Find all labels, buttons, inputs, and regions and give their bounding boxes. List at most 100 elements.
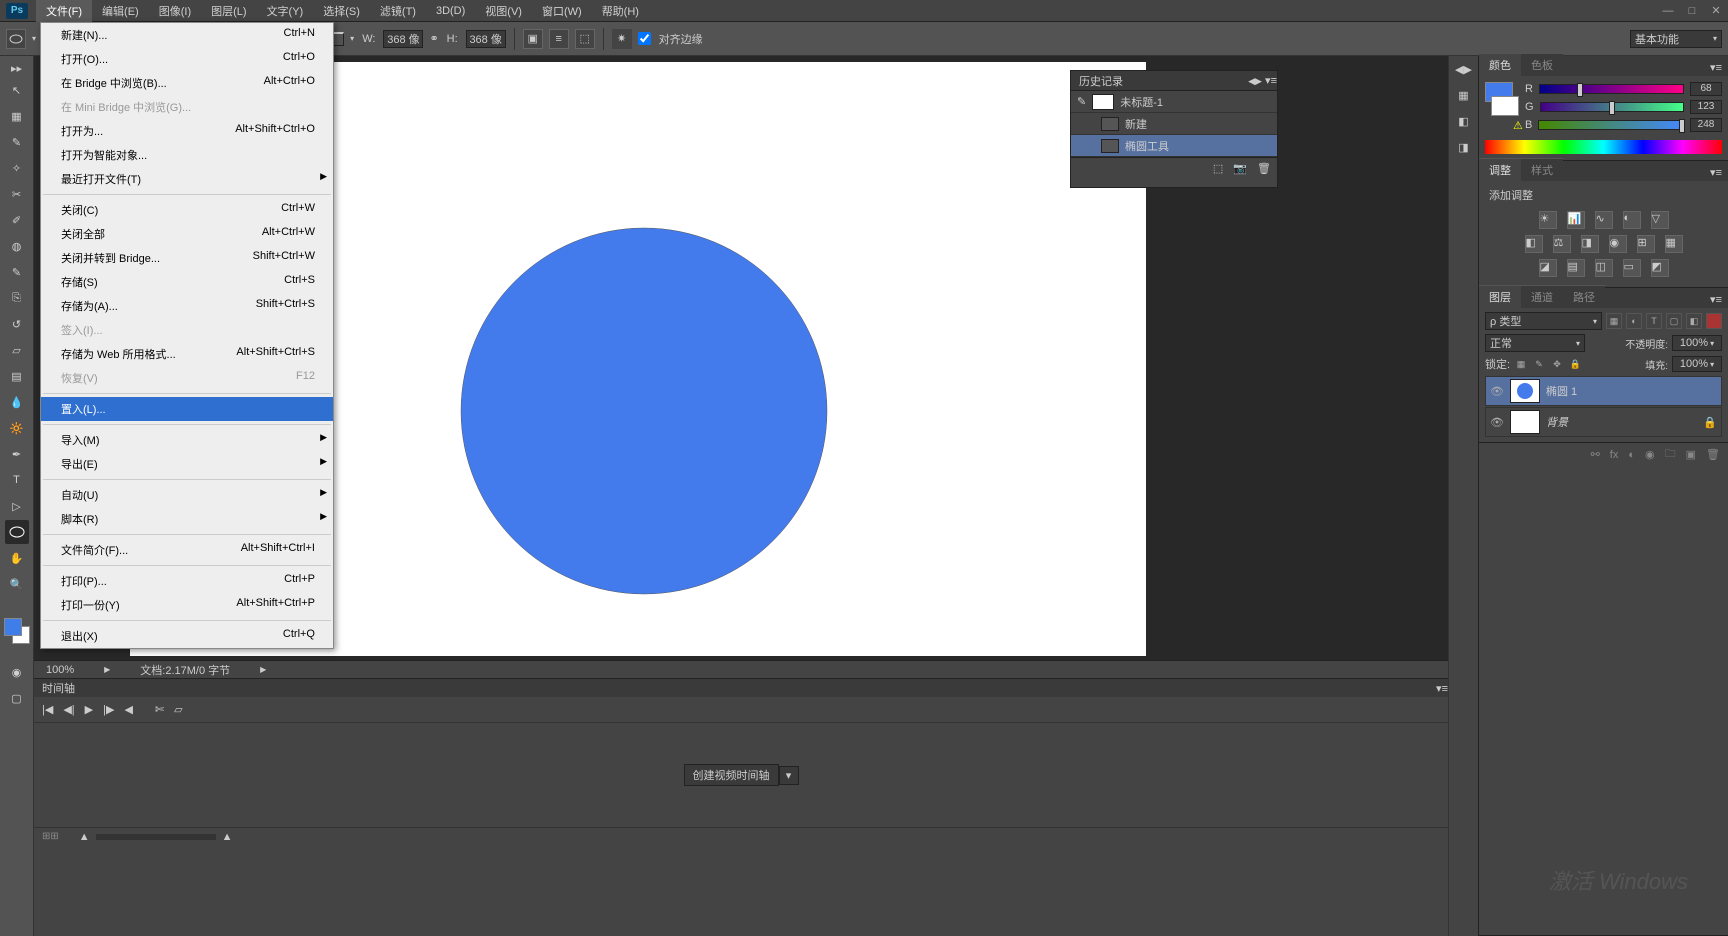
dock-icon[interactable]: ▦ bbox=[1454, 86, 1474, 104]
tab-styles[interactable]: 样式 bbox=[1521, 158, 1563, 181]
tab-layers[interactable]: 图层 bbox=[1479, 285, 1521, 308]
hsl-icon[interactable]: ◧ bbox=[1525, 235, 1543, 253]
triangle-icon[interactable]: ▶ bbox=[260, 665, 266, 674]
history-doc[interactable]: ✎ 未标题-1 bbox=[1071, 91, 1277, 113]
filter-adj-icon[interactable]: ◐ bbox=[1626, 313, 1642, 329]
align-edges-checkbox[interactable] bbox=[638, 32, 651, 45]
color-swatches[interactable] bbox=[4, 618, 30, 644]
new-layer-icon[interactable]: ▣ bbox=[1686, 448, 1696, 461]
layer-name[interactable]: 椭圆 1 bbox=[1546, 383, 1577, 399]
filter-toggle-icon[interactable] bbox=[1706, 313, 1722, 329]
tab-channels[interactable]: 通道 bbox=[1521, 285, 1563, 308]
brightness-icon[interactable]: ☀ bbox=[1539, 211, 1557, 229]
exposure-icon[interactable]: ◐ bbox=[1623, 211, 1641, 229]
lock-pixels-icon[interactable]: ✎ bbox=[1532, 357, 1546, 371]
zoom-slider[interactable] bbox=[96, 834, 216, 840]
menu-filter[interactable]: 滤镜(T) bbox=[370, 0, 426, 22]
zoom-in-icon[interactable]: ▲ bbox=[222, 831, 233, 843]
workspace-dropdown[interactable]: 基本功能▾ bbox=[1630, 30, 1722, 48]
next-frame-icon[interactable]: |▶ bbox=[103, 703, 114, 716]
stamp-tool[interactable]: ⎘ bbox=[5, 286, 29, 310]
filter-shape-icon[interactable]: ▢ bbox=[1666, 313, 1682, 329]
colorbal-icon[interactable]: ⚖ bbox=[1553, 235, 1571, 253]
new-doc-from-state-icon[interactable]: ⬚ bbox=[1213, 162, 1223, 175]
menu-edit[interactable]: 编辑(E) bbox=[92, 0, 149, 22]
expand-dock-icon[interactable]: ◀▶ bbox=[1454, 60, 1474, 78]
vibrance-icon[interactable]: ▽ bbox=[1651, 211, 1669, 229]
delete-state-icon[interactable]: 🗑 bbox=[1257, 162, 1271, 175]
zoom-out-icon[interactable]: ▲ bbox=[79, 831, 90, 843]
link-wh-icon[interactable]: ⚭ bbox=[429, 32, 438, 45]
history-item[interactable]: 椭圆工具 bbox=[1071, 135, 1277, 157]
eraser-tool[interactable]: ▱ bbox=[5, 338, 29, 362]
triangle-icon[interactable]: ▶ bbox=[104, 665, 110, 674]
b-slider[interactable] bbox=[1538, 120, 1684, 130]
dock-icon[interactable]: ◨ bbox=[1454, 138, 1474, 156]
bw-icon[interactable]: ◨ bbox=[1581, 235, 1599, 253]
brush-tool[interactable]: ✎ bbox=[5, 260, 29, 284]
link-layers-icon[interactable]: ⚯ bbox=[1591, 448, 1600, 461]
lasso-tool[interactable]: ✎ bbox=[5, 130, 29, 154]
menu-item[interactable]: 导出(E)▶ bbox=[41, 452, 333, 476]
tool-preset-icon[interactable] bbox=[6, 29, 26, 49]
lock-all-icon[interactable]: 🔒 bbox=[1568, 357, 1582, 371]
panel-menu-icon[interactable]: ▾≡ bbox=[1704, 59, 1728, 76]
menu-image[interactable]: 图像(I) bbox=[149, 0, 201, 22]
menu-item[interactable]: 打印一份(Y)Alt+Shift+Ctrl+P bbox=[41, 593, 333, 617]
collapse-icon[interactable]: ◀▶ bbox=[1248, 76, 1262, 86]
selective-color-icon[interactable]: ◩ bbox=[1651, 259, 1669, 277]
menu-item[interactable]: 导入(M)▶ bbox=[41, 428, 333, 452]
heal-tool[interactable]: ◍ bbox=[5, 234, 29, 258]
group-icon[interactable]: 🗀 bbox=[1665, 445, 1676, 464]
history-brush-tool[interactable]: ↺ bbox=[5, 312, 29, 336]
menu-item[interactable]: 最近打开文件(T)▶ bbox=[41, 167, 333, 191]
g-value[interactable]: 123 bbox=[1690, 100, 1722, 114]
levels-icon[interactable]: 📊 bbox=[1567, 211, 1585, 229]
align-icon[interactable]: ≡ bbox=[549, 29, 569, 49]
maximize-icon[interactable]: □ bbox=[1680, 2, 1704, 20]
marquee-tool[interactable]: ▦ bbox=[5, 104, 29, 128]
blur-tool[interactable]: 💧 bbox=[5, 390, 29, 414]
menu-item[interactable]: 置入(L)... bbox=[41, 397, 333, 421]
menu-item[interactable]: 在 Bridge 中浏览(B)...Alt+Ctrl+O bbox=[41, 71, 333, 95]
width-input[interactable]: 368 像 bbox=[383, 30, 423, 48]
hue-ramp[interactable] bbox=[1485, 140, 1722, 154]
mask-icon[interactable]: ◐ bbox=[1628, 449, 1635, 461]
menu-window[interactable]: 窗口(W) bbox=[532, 0, 592, 22]
gradient-tool[interactable]: ▤ bbox=[5, 364, 29, 388]
play-icon[interactable]: ▶ bbox=[85, 703, 93, 716]
go-start-icon[interactable]: |◀ bbox=[42, 703, 53, 716]
menu-item[interactable]: 打开(O)...Ctrl+O bbox=[41, 47, 333, 71]
menu-item[interactable]: 打印(P)...Ctrl+P bbox=[41, 569, 333, 593]
crop-tool[interactable]: ✂ bbox=[5, 182, 29, 206]
menu-type[interactable]: 文字(Y) bbox=[257, 0, 314, 22]
gradient-map-icon[interactable]: ▭ bbox=[1623, 259, 1641, 277]
threshold-icon[interactable]: ◫ bbox=[1595, 259, 1613, 277]
layer-thumbnail[interactable] bbox=[1510, 410, 1540, 434]
filter-pixel-icon[interactable]: ▦ bbox=[1606, 313, 1622, 329]
move-tool[interactable]: ↖ bbox=[5, 78, 29, 102]
dodge-tool[interactable]: 🔆 bbox=[5, 416, 29, 440]
photo-filter-icon[interactable]: ◉ bbox=[1609, 235, 1627, 253]
go-end-icon[interactable]: ◀ bbox=[124, 703, 132, 716]
channel-mixer-icon[interactable]: ⊞ bbox=[1637, 235, 1655, 253]
panel-menu-icon[interactable]: ▾≡ bbox=[1436, 682, 1448, 695]
pen-tool[interactable]: ✒ bbox=[5, 442, 29, 466]
menu-item[interactable]: 关闭并转到 Bridge...Shift+Ctrl+W bbox=[41, 246, 333, 270]
opacity-input[interactable]: 100%▾ bbox=[1672, 335, 1722, 351]
menu-item[interactable]: 存储(S)Ctrl+S bbox=[41, 270, 333, 294]
tab-swatches[interactable]: 色板 bbox=[1521, 53, 1563, 76]
foreground-color[interactable] bbox=[4, 618, 22, 636]
adjustment-layer-icon[interactable]: ◉ bbox=[1645, 448, 1655, 461]
menu-item[interactable]: 退出(X)Ctrl+Q bbox=[41, 624, 333, 648]
visibility-icon[interactable]: 👁 bbox=[1490, 385, 1504, 398]
invert-icon[interactable]: ◪ bbox=[1539, 259, 1557, 277]
convert-icon[interactable]: ⊞⊞ bbox=[42, 831, 59, 842]
menu-item[interactable]: 关闭全部Alt+Ctrl+W bbox=[41, 222, 333, 246]
r-slider[interactable] bbox=[1539, 84, 1684, 94]
filter-type-icon[interactable]: T bbox=[1646, 313, 1662, 329]
chevron-down-icon[interactable]: ▾ bbox=[350, 34, 354, 43]
cut-icon[interactable]: ✄ bbox=[155, 703, 164, 716]
layer-item[interactable]: 👁 椭圆 1 bbox=[1485, 376, 1722, 406]
minimize-icon[interactable]: — bbox=[1656, 2, 1680, 20]
